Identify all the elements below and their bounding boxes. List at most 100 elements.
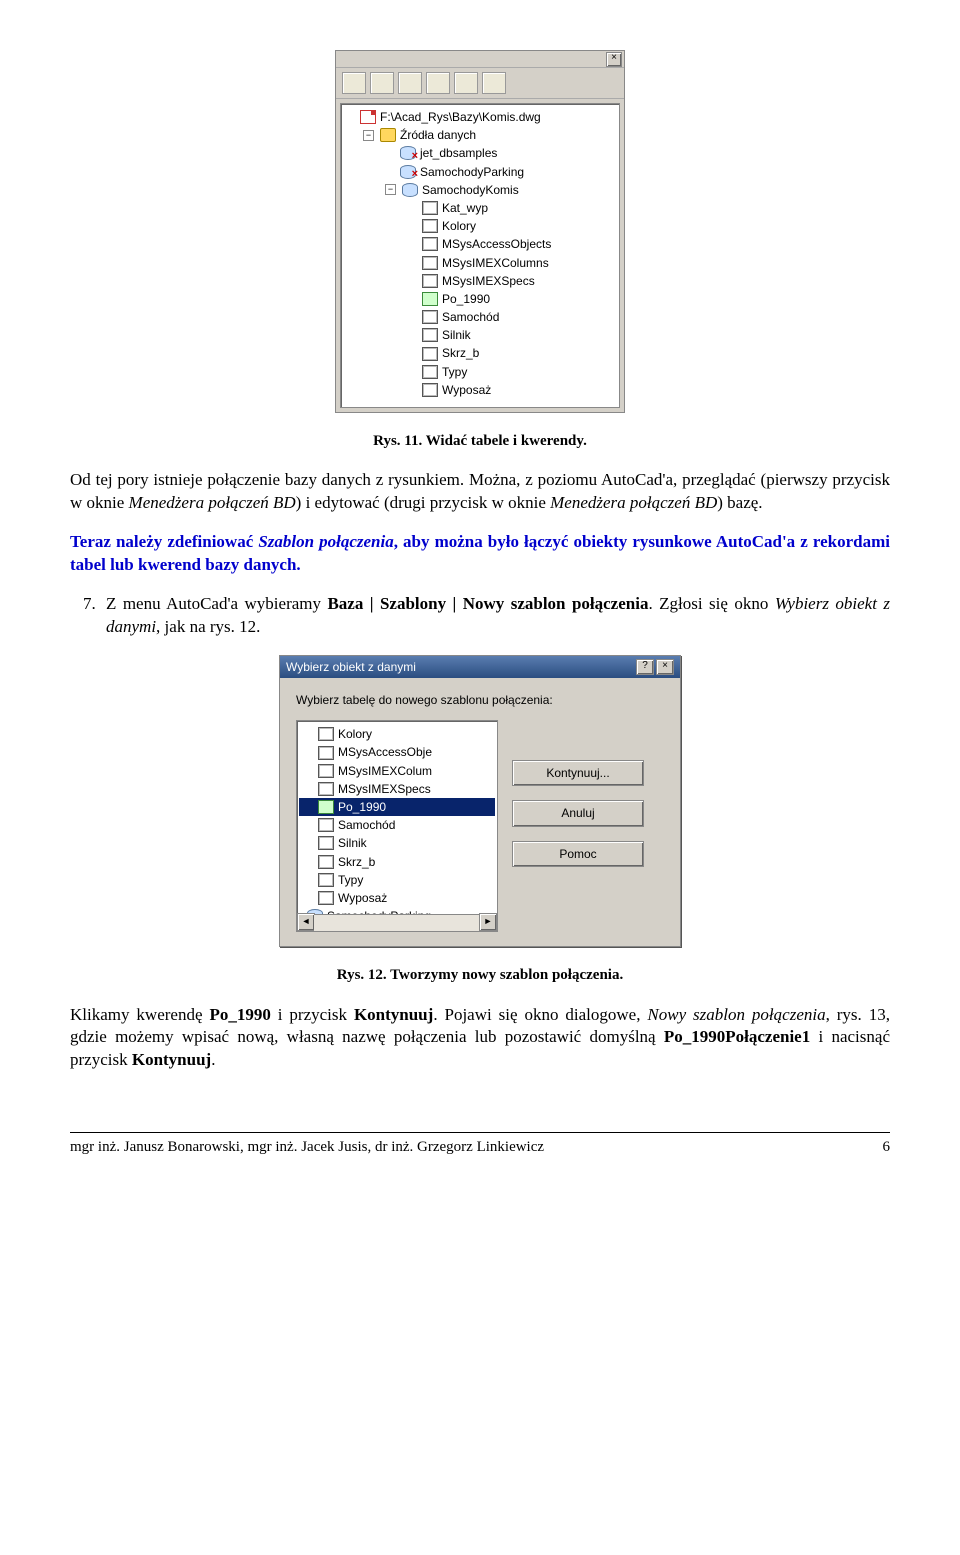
database-broken-icon [400, 165, 416, 179]
figure-11: × F:\Acad_Rys\Bazy\Komis.dwg − Źródła da… [70, 50, 890, 413]
dialog-title: Wybierz obiekt z danymi [286, 659, 416, 675]
close-icon[interactable]: × [606, 52, 622, 67]
list-item-selected[interactable]: Po_1990 [299, 798, 495, 816]
dialog-body: Wybierz tabelę do nowego szablonu połącz… [280, 678, 680, 946]
dialog-titlebar: Wybierz obiekt z danymi ? × [280, 656, 680, 678]
continue-button[interactable]: Kontynuuj... [512, 760, 644, 786]
list-item[interactable]: MSysIMEXColum [299, 762, 495, 780]
tree-label: Kolory [442, 218, 476, 234]
tree-label: Źródła danych [400, 127, 476, 143]
table-icon [318, 746, 334, 760]
list-item[interactable]: Typy [299, 871, 495, 889]
tree-node-table[interactable]: Wyposaż [345, 381, 615, 399]
list-item[interactable]: Skrz_b [299, 853, 495, 871]
help-icon[interactable]: ? [636, 659, 654, 675]
tree-node-table[interactable]: Silnik [345, 326, 615, 344]
text-bold: Kontynuuj [354, 1005, 433, 1024]
database-icon [402, 183, 418, 197]
panel-toolbar [336, 68, 624, 99]
tree-label: MSysAccessObjects [442, 236, 551, 252]
text: . Pojawi się okno dialogowe, [433, 1005, 647, 1024]
text: . [211, 1050, 215, 1069]
cancel-button[interactable]: Anuluj [512, 800, 644, 826]
tree-node-table[interactable]: MSysIMEXSpecs [345, 272, 615, 290]
paragraph: Klikamy kwerendę Po_1990 i przycisk Kont… [70, 1004, 890, 1073]
toolbar-button[interactable] [342, 72, 366, 94]
list-label: MSysIMEXColum [338, 763, 432, 779]
table-icon [318, 727, 334, 741]
table-icon [318, 855, 334, 869]
figure-12-caption: Rys. 12. Tworzymy nowy szablon połączeni… [70, 965, 890, 985]
tree-label: SamochodyKomis [422, 182, 519, 198]
list-item[interactable]: Silnik [299, 834, 495, 852]
tree-label: Skrz_b [442, 345, 479, 361]
page-footer: mgr inż. Janusz Bonarowski, mgr inż. Jac… [70, 1137, 890, 1157]
table-icon [422, 328, 438, 342]
tree-node-sources[interactable]: − Źródła danych [345, 126, 615, 144]
text: Teraz należy zdefiniować [70, 532, 258, 551]
toolbar-button[interactable] [426, 72, 450, 94]
tree-label: MSysIMEXSpecs [442, 273, 535, 289]
table-icon [318, 891, 334, 905]
list-item[interactable]: MSysIMEXSpecs [299, 780, 495, 798]
object-list[interactable]: Kolory MSysAccessObje MSysIMEXColum MSys… [296, 720, 498, 932]
text-bold: Baza | Szablony | Nowy szablon połączeni… [327, 594, 648, 613]
paragraph: Od tej pory istnieje połączenie bazy dan… [70, 469, 890, 515]
tree-node-table[interactable]: Kat_wyp [345, 199, 615, 217]
tree-node-table[interactable]: Samochód [345, 308, 615, 326]
tree-node-table[interactable]: Typy [345, 363, 615, 381]
table-icon [318, 873, 334, 887]
paragraph-highlight: Teraz należy zdefiniować Szablon połącze… [70, 531, 890, 577]
tree-root-file[interactable]: F:\Acad_Rys\Bazy\Komis.dwg [345, 108, 615, 126]
table-icon [318, 764, 334, 778]
tree-node-source[interactable]: − SamochodyKomis [345, 181, 615, 199]
toolbar-button[interactable] [398, 72, 422, 94]
scroll-left-button[interactable]: ◄ [297, 913, 315, 931]
list-item[interactable]: Samochód [299, 816, 495, 834]
tree-label: Kat_wyp [442, 200, 488, 216]
list-label: Skrz_b [338, 854, 375, 870]
text: Klikamy kwerendę [70, 1005, 209, 1024]
tree-node-table[interactable]: MSysAccessObjects [345, 235, 615, 253]
list-item[interactable]: Wyposaż [299, 889, 495, 907]
tree-node-source[interactable]: SamochodyParking [345, 163, 615, 181]
table-icon [422, 237, 438, 251]
text: Z menu AutoCad'a wybieramy [106, 594, 327, 613]
footer-page-number: 6 [883, 1137, 891, 1157]
help-button[interactable]: Pomoc [512, 841, 644, 867]
tree-node-table[interactable]: Skrz_b [345, 344, 615, 362]
table-icon [318, 782, 334, 796]
footer-authors: mgr inż. Janusz Bonarowski, mgr inż. Jac… [70, 1137, 544, 1157]
query-icon [422, 292, 438, 306]
dialog-button-column: Kontynuuj... Anuluj Pomoc [512, 760, 644, 932]
numbered-step: Z menu AutoCad'a wybieramy Baza | Szablo… [100, 593, 890, 639]
tree-label: MSysIMEXColumns [442, 255, 549, 271]
figure-12: Wybierz obiekt z danymi ? × Wybierz tabe… [70, 655, 890, 947]
toolbar-button[interactable] [454, 72, 478, 94]
db-manager-panel: × F:\Acad_Rys\Bazy\Komis.dwg − Źródła da… [335, 50, 625, 413]
collapse-icon[interactable]: − [385, 184, 396, 195]
step-7: Z menu AutoCad'a wybieramy Baza | Szablo… [100, 593, 890, 639]
tree-node-table[interactable]: MSysIMEXColumns [345, 254, 615, 272]
close-icon[interactable]: × [656, 659, 674, 675]
tree-node-query[interactable]: Po_1990 [345, 290, 615, 308]
scroll-right-button[interactable]: ► [479, 913, 497, 931]
scrollbar-track[interactable] [314, 914, 480, 931]
text-bold: Kontynuuj [132, 1050, 211, 1069]
tree-node-source[interactable]: jet_dbsamples [345, 144, 615, 162]
table-icon [422, 274, 438, 288]
footer-rule [70, 1132, 890, 1133]
tree-view[interactable]: F:\Acad_Rys\Bazy\Komis.dwg − Źródła dany… [340, 103, 620, 408]
text-italic: Szablon połączenia [258, 532, 393, 551]
toolbar-button[interactable] [370, 72, 394, 94]
list-label: Po_1990 [338, 799, 386, 815]
list-item[interactable]: MSysAccessObje [299, 743, 495, 761]
collapse-icon[interactable]: − [363, 130, 374, 141]
table-icon [422, 256, 438, 270]
toolbar-button[interactable] [482, 72, 506, 94]
list-label: Wyposaż [338, 890, 387, 906]
tree-node-table[interactable]: Kolory [345, 217, 615, 235]
tree-label: Wyposaż [442, 382, 491, 398]
tree-label: F:\Acad_Rys\Bazy\Komis.dwg [380, 109, 541, 125]
list-item[interactable]: Kolory [299, 725, 495, 743]
